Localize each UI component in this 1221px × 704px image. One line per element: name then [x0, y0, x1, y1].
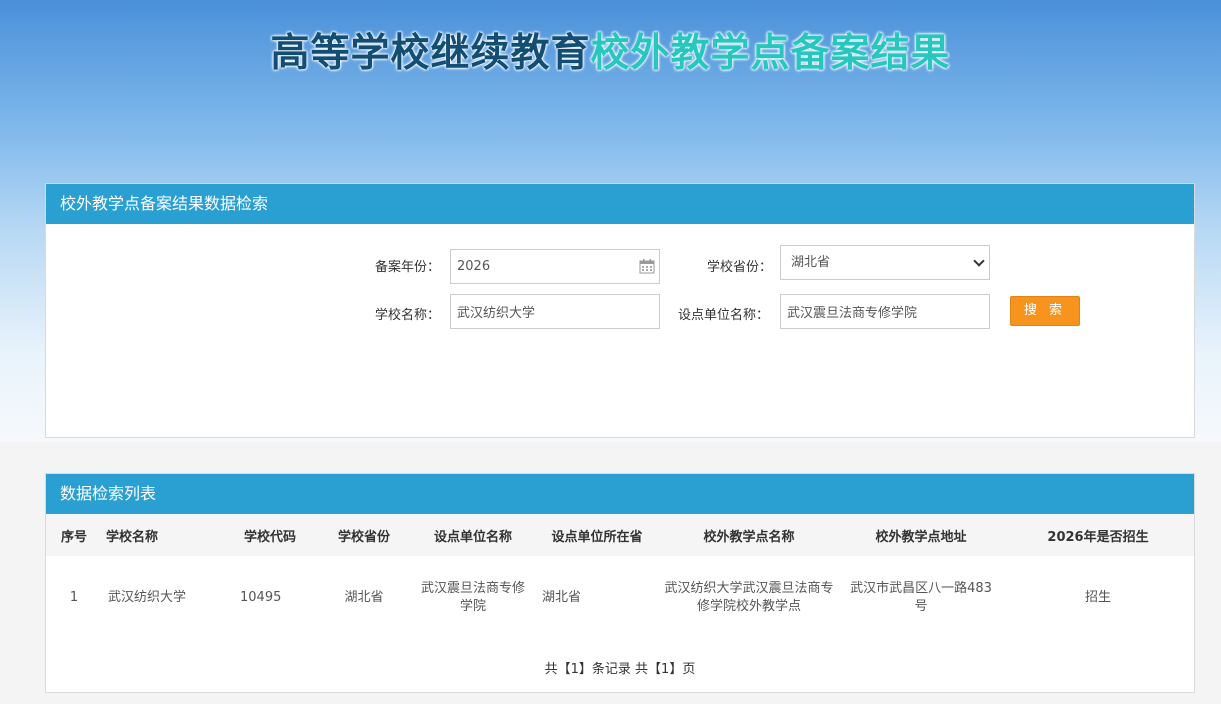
calendar-icon[interactable]: [639, 258, 655, 274]
table-row: 1 武汉纺织大学 10495 湖北省 武汉震旦法商专修学院 湖北省 武汉纺织大学…: [46, 556, 1194, 640]
search-panel: 校外教学点备案结果数据检索 备案年份： 学校省份： 湖北省 学校名称： 设点单位…: [45, 183, 1195, 438]
column-header: 学校代码: [222, 514, 318, 556]
table-cell: 招生: [1084, 590, 1111, 605]
year-label: 备案年份：: [375, 260, 441, 275]
table-header-row: 序号 学校名称 学校代码 学校省份 设点单位名称 设点单位所在省 校外教学点名称…: [46, 514, 1194, 556]
list-panel: 数据检索列表 序号 学校名称 学校代码 学校省份 设点单位名称 设点单位所在省 …: [45, 473, 1195, 693]
column-header: 校外教学点地址: [840, 514, 1002, 556]
search-panel-title: 校外教学点备案结果数据检索: [46, 184, 1194, 224]
column-header: 设点单位名称: [410, 514, 536, 556]
chevron-down-icon: [973, 255, 985, 267]
unit-field[interactable]: [780, 294, 990, 329]
results-table: 序号 学校名称 学校代码 学校省份 设点单位名称 设点单位所在省 校外教学点名称…: [46, 514, 1194, 640]
table-cell: 武汉纺织大学武汉震旦法商专修学院校外教学点: [664, 581, 834, 614]
list-panel-title: 数据检索列表: [46, 474, 1194, 514]
province-label: 学校省份：: [707, 260, 773, 275]
column-header: 学校名称: [102, 514, 222, 556]
school-field[interactable]: [450, 294, 660, 329]
province-select[interactable]: 湖北省: [780, 245, 990, 280]
column-header: 2026年是否招生: [1002, 514, 1194, 556]
year-input[interactable]: [457, 250, 653, 283]
province-select-value: 湖北省: [791, 255, 831, 270]
table-cell: 湖北省: [542, 590, 582, 605]
column-header: 序号: [46, 514, 102, 556]
year-field[interactable]: [450, 249, 660, 284]
search-button[interactable]: 搜 索: [1010, 296, 1080, 326]
school-input[interactable]: [457, 295, 653, 328]
page-title-part1: 高等学校继续教育: [270, 31, 591, 76]
table-cell: 武汉纺织大学: [108, 590, 187, 605]
table-cell: 10495: [240, 590, 282, 605]
unit-label: 设点单位名称：: [678, 308, 770, 323]
column-header: 学校省份: [318, 514, 410, 556]
unit-input[interactable]: [787, 295, 983, 328]
pagination-info: 共【1】条记录 共【1】页: [544, 662, 696, 677]
table-cell: 武汉震旦法商专修学院: [420, 581, 525, 614]
page-title: 高等学校继续教育校外教学点备案结果: [0, 22, 1221, 78]
table-cell: 湖北省: [344, 590, 384, 605]
column-header: 设点单位所在省: [536, 514, 658, 556]
table-cell: 1: [69, 590, 79, 605]
page-title-part2: 校外教学点备案结果: [590, 31, 951, 76]
column-header: 校外教学点名称: [658, 514, 840, 556]
school-label: 学校名称：: [375, 308, 441, 323]
table-cell: 武汉市武昌区八一路483 号: [850, 581, 992, 614]
